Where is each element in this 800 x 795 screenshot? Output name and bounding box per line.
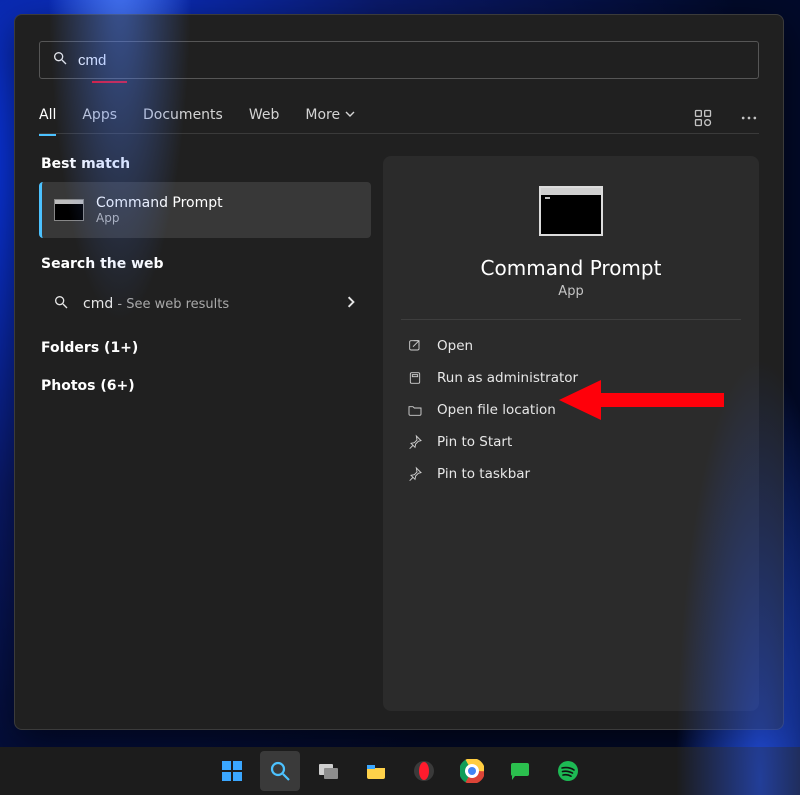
folders-section[interactable]: Folders (1+) — [41, 340, 371, 356]
start-search-panel: All Apps Documents Web More Best match C… — [14, 14, 784, 730]
search-input[interactable] — [78, 52, 746, 69]
tab-all[interactable]: All — [39, 107, 56, 136]
chat-app-button[interactable] — [500, 751, 540, 791]
preview-divider — [401, 319, 741, 320]
folder-icon — [407, 402, 423, 418]
web-result-row[interactable]: cmd - See web results — [39, 282, 371, 326]
action-open-file-location-label: Open file location — [437, 402, 556, 418]
photos-section[interactable]: Photos (6+) — [41, 378, 371, 394]
more-options-icon[interactable] — [739, 108, 759, 132]
search-icon — [53, 294, 69, 314]
web-suffix: - See web results — [113, 297, 229, 312]
action-open-label: Open — [437, 338, 473, 354]
search-web-label: Search the web — [41, 256, 371, 272]
results-left-column: Best match Command Prompt App Search the… — [39, 156, 371, 711]
action-pin-to-taskbar-label: Pin to taskbar — [437, 466, 530, 482]
action-pin-to-start[interactable]: Pin to Start — [401, 426, 741, 458]
search-box[interactable] — [39, 41, 759, 79]
tab-more-label: More — [305, 107, 340, 123]
file-explorer-button[interactable] — [356, 751, 396, 791]
web-term: cmd — [83, 296, 113, 312]
action-run-as-admin-label: Run as administrator — [437, 370, 578, 386]
task-view-button[interactable] — [308, 751, 348, 791]
shield-icon — [407, 370, 423, 386]
quick-access-icon[interactable] — [693, 108, 713, 132]
start-button[interactable] — [212, 751, 252, 791]
spotify-button[interactable] — [548, 751, 588, 791]
taskbar — [0, 747, 800, 795]
chevron-right-icon — [345, 296, 357, 312]
pin-icon — [407, 434, 423, 450]
open-icon — [407, 338, 423, 354]
search-icon — [52, 50, 68, 70]
pin-icon — [407, 466, 423, 482]
annotation-underline — [92, 81, 127, 83]
search-button[interactable] — [260, 751, 300, 791]
best-match-label: Best match — [41, 156, 371, 172]
tab-web[interactable]: Web — [249, 107, 280, 133]
preview-title: Command Prompt — [401, 256, 741, 280]
best-match-title: Command Prompt — [96, 195, 223, 211]
best-match-item[interactable]: Command Prompt App — [39, 182, 371, 238]
preview-pane: Command Prompt App Open Run as administr… — [383, 156, 759, 711]
chevron-down-icon — [345, 109, 355, 119]
action-pin-to-start-label: Pin to Start — [437, 434, 512, 450]
preview-subtitle: App — [401, 284, 741, 299]
chrome-button[interactable] — [452, 751, 492, 791]
tab-apps[interactable]: Apps — [82, 107, 117, 133]
action-open[interactable]: Open — [401, 330, 741, 362]
command-prompt-icon — [54, 199, 84, 221]
tab-more[interactable]: More — [305, 107, 354, 133]
action-run-as-admin[interactable]: Run as administrator — [401, 362, 741, 394]
tabs-divider — [39, 133, 759, 134]
action-pin-to-taskbar[interactable]: Pin to taskbar — [401, 458, 741, 490]
filter-tabs: All Apps Documents Web More — [39, 107, 759, 133]
preview-app-icon — [539, 186, 603, 236]
best-match-subtitle: App — [96, 211, 223, 225]
action-open-file-location[interactable]: Open file location — [401, 394, 741, 426]
tab-documents[interactable]: Documents — [143, 107, 223, 133]
opera-button[interactable] — [404, 751, 444, 791]
